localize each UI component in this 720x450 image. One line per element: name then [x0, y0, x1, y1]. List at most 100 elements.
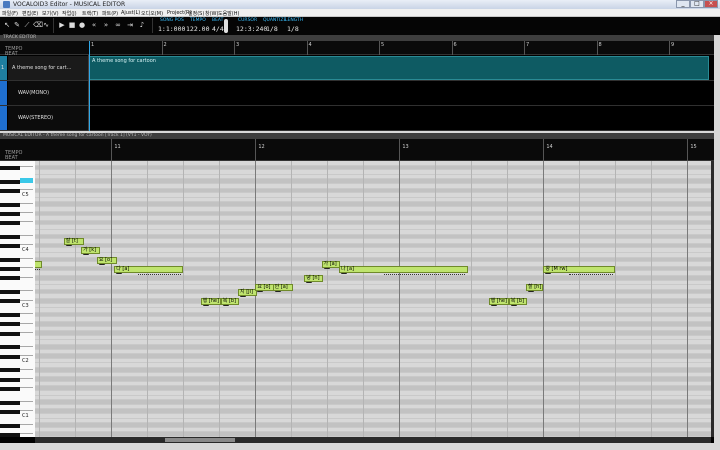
- menu-item[interactable]: 트랙(T): [82, 10, 98, 17]
- vertical-scrollbar[interactable]: [711, 161, 714, 437]
- measure-number: 15: [690, 144, 697, 150]
- menu-item[interactable]: 작업(J): [62, 10, 77, 17]
- tempo-value[interactable]: 122.00: [186, 25, 209, 33]
- note[interactable]: 요 [o]: [255, 284, 275, 292]
- piano-keyboard[interactable]: C5 C4 C3 C2 C1: [0, 161, 35, 437]
- loop-icon[interactable]: ∞: [114, 21, 122, 30]
- pencil-tool-icon[interactable]: ✎: [13, 21, 21, 30]
- note-lyric: 복 [b]: [222, 298, 237, 304]
- black-key[interactable]: [0, 354, 20, 359]
- rewind-icon[interactable]: «: [90, 21, 98, 30]
- menu-item[interactable]: 창(W): [205, 10, 218, 17]
- black-key[interactable]: [0, 345, 20, 350]
- metronome-icon[interactable]: ♪: [138, 21, 146, 30]
- note[interactable]: 복 [b]: [220, 298, 240, 305]
- length-select[interactable]: 1/8: [287, 25, 299, 33]
- measure-number: 7: [526, 42, 530, 48]
- grid-beat-line: [39, 161, 41, 437]
- minimize-button[interactable]: _: [676, 0, 690, 8]
- note[interactable]: 행 [he]: [488, 298, 509, 305]
- note[interactable]: 잘 [t]: [63, 238, 84, 246]
- note[interactable]: 요 [o]: [96, 256, 118, 264]
- grid-beat-line: [363, 161, 365, 437]
- record-icon[interactable]: ●: [78, 21, 86, 30]
- black-key[interactable]: [0, 409, 20, 414]
- track-number: 1: [1, 65, 5, 71]
- black-key[interactable]: [0, 257, 20, 262]
- black-key[interactable]: [0, 234, 20, 239]
- track-number-cell[interactable]: [0, 106, 7, 130]
- line-tool-icon[interactable]: ⟋: [23, 21, 31, 30]
- part-pitch-preview: [90, 57, 710, 81]
- eraser-tool-icon[interactable]: ⌫: [33, 21, 43, 30]
- pointer-tool-icon[interactable]: ↖: [3, 21, 11, 30]
- menu-item[interactable]: 보기(V): [42, 10, 59, 17]
- grid-beat-line: [111, 161, 113, 437]
- track-number-cell[interactable]: [0, 81, 7, 105]
- close-button[interactable]: ×: [704, 0, 718, 8]
- note[interactable]: 가 [a]: [321, 261, 341, 269]
- black-key[interactable]: [0, 423, 20, 428]
- track-divider: [0, 105, 714, 106]
- timeline-slider[interactable]: [224, 19, 228, 33]
- menu-item[interactable]: 도움말(H): [218, 10, 239, 17]
- grid-beat-line: [615, 161, 617, 437]
- measure-line: [543, 139, 545, 161]
- vocal-part[interactable]: A theme song for cartoon: [89, 56, 709, 80]
- quantize-select[interactable]: 1/8: [266, 25, 278, 33]
- black-key[interactable]: [0, 331, 20, 336]
- black-key[interactable]: [0, 290, 20, 295]
- black-key[interactable]: [0, 267, 20, 272]
- black-key[interactable]: [0, 276, 20, 281]
- octave-label: C3: [22, 302, 29, 309]
- horizontal-scrollbar[interactable]: [35, 437, 711, 443]
- note[interactable]: 할 [h]: [526, 284, 544, 292]
- menu-item[interactable]: Ajust(L): [121, 10, 140, 16]
- skip-end-icon[interactable]: ⇥: [126, 21, 134, 30]
- black-key[interactable]: [0, 432, 20, 437]
- track-ruler[interactable]: 1 2 3 4 5 6 7 8 9: [89, 41, 709, 55]
- measure-number: 11: [114, 144, 121, 150]
- menu-item[interactable]: 파트(P): [102, 10, 118, 17]
- fast-forward-icon[interactable]: »: [102, 21, 110, 30]
- menu-item[interactable]: 편집(E): [22, 10, 38, 17]
- pitch-bend-icon: [528, 291, 535, 293]
- vibrato-marker: [138, 271, 182, 275]
- piano-roll-ruler[interactable]: 11 12 13 14 15: [35, 139, 711, 161]
- play-icon[interactable]: ▶: [58, 21, 66, 30]
- scrollbar-thumb[interactable]: [165, 438, 235, 442]
- beat-value[interactable]: 4/4: [212, 25, 224, 33]
- note[interactable]: 가 [k]: [81, 247, 100, 255]
- measure-line: [669, 41, 670, 55]
- menu-item[interactable]: 오디오(M): [141, 10, 163, 17]
- black-key[interactable]: [0, 165, 20, 170]
- note[interactable]: 녕 [n]: [304, 275, 323, 282]
- piano-roll-grid[interactable]: 잘 [c]잘 [t]가 [k]요 [o]다 [a]행 [he]복 [b]지 [J…: [35, 161, 711, 437]
- note[interactable]: 지 [Ji]: [238, 288, 257, 296]
- black-key[interactable]: [0, 313, 20, 318]
- note[interactable]: 안 [a]: [272, 284, 293, 292]
- black-key[interactable]: [0, 202, 20, 207]
- black-key[interactable]: [0, 299, 20, 304]
- black-key[interactable]: [0, 400, 20, 405]
- black-key[interactable]: [0, 386, 20, 391]
- song-pos-value[interactable]: 1:1:000: [158, 25, 185, 33]
- black-key[interactable]: [0, 188, 20, 193]
- note[interactable]: 복 [b]: [508, 298, 528, 305]
- playhead[interactable]: [89, 41, 90, 131]
- black-key[interactable]: [0, 179, 20, 184]
- menu-item[interactable]: 설정(S): [188, 10, 204, 17]
- black-key[interactable]: [0, 377, 20, 382]
- stop-icon[interactable]: ■: [68, 21, 76, 30]
- black-key[interactable]: [0, 221, 20, 226]
- maximize-button[interactable]: □: [690, 0, 704, 8]
- black-key[interactable]: [0, 211, 20, 216]
- black-key[interactable]: [0, 244, 20, 249]
- note-lyric: 가 [k]: [83, 247, 97, 254]
- black-key[interactable]: [0, 368, 20, 373]
- black-key[interactable]: [0, 322, 20, 327]
- menu-item[interactable]: 파일(F): [2, 10, 18, 17]
- track-name: WAV(MONO): [18, 90, 50, 96]
- note[interactable]: 행 [he]: [200, 298, 221, 305]
- vibrato-tool-icon[interactable]: ∿: [42, 21, 50, 30]
